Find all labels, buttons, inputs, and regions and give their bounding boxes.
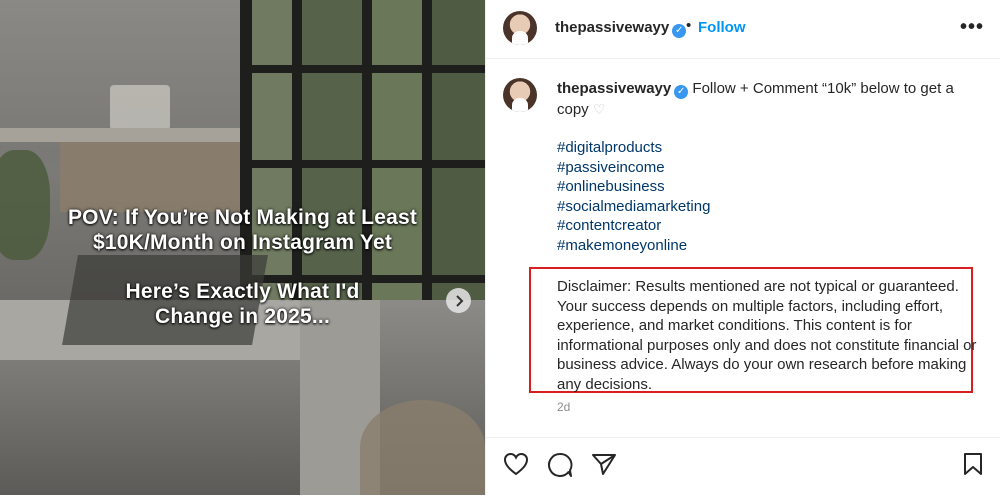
hashtag-link[interactable]: #digitalproducts bbox=[557, 138, 710, 158]
post-details-panel: thepassivewayy ✓ • Follow ••• thepassivew… bbox=[485, 0, 1000, 495]
next-slide-button[interactable] bbox=[446, 288, 471, 313]
post-media[interactable]: POV: If You’re Not Making at Least $10K/… bbox=[0, 0, 485, 495]
kitchen-shelf bbox=[0, 128, 245, 142]
heart-icon[interactable] bbox=[503, 452, 529, 476]
verified-badge-icon: ✓ bbox=[672, 24, 687, 38]
post-header: thepassivewayy ✓ • Follow ••• bbox=[486, 0, 1000, 59]
hashtag-list: #digitalproducts #passiveincome #onlineb… bbox=[557, 138, 710, 255]
hashtag-link[interactable]: #contentcreator bbox=[557, 216, 710, 236]
caption-username[interactable]: thepassivewayy bbox=[557, 80, 671, 97]
hashtag-link[interactable]: #makemoneyonline bbox=[557, 236, 710, 256]
share-icon[interactable] bbox=[591, 452, 617, 476]
overlay-subheadline: Here’s Exactly What I'd Change in 2025..… bbox=[125, 280, 360, 328]
verified-badge-icon: ✓ bbox=[674, 85, 689, 99]
header-username[interactable]: thepassivewayy bbox=[555, 19, 669, 36]
hashtag-link[interactable]: #onlinebusiness bbox=[557, 177, 710, 197]
hashtag-link[interactable]: #passiveincome bbox=[557, 158, 710, 178]
hashtag-link[interactable]: #socialmediamarketing bbox=[557, 197, 710, 217]
separator-dot: • bbox=[686, 17, 692, 34]
caption-text: thepassivewayy ✓ Follow + Comment “10k” b… bbox=[557, 79, 967, 120]
follow-button[interactable]: Follow bbox=[698, 19, 746, 36]
chevron-right-icon bbox=[455, 294, 463, 307]
kitchen-cabinet bbox=[60, 142, 240, 212]
caption-avatar[interactable] bbox=[503, 78, 537, 112]
avatar[interactable] bbox=[503, 11, 537, 45]
overlay-headline: POV: If You’re Not Making at Least $10K/… bbox=[67, 206, 418, 254]
header-username-row: thepassivewayy ✓ bbox=[555, 19, 687, 38]
coffee-machine bbox=[110, 85, 170, 130]
heart-emoji-icon: ♡ bbox=[592, 101, 606, 117]
more-options-icon[interactable]: ••• bbox=[960, 16, 984, 39]
comment-icon[interactable] bbox=[547, 452, 573, 478]
disclaimer-text: Disclaimer: Results mentioned are not ty… bbox=[557, 278, 977, 393]
post-timestamp[interactable]: 2d bbox=[557, 400, 570, 414]
chair bbox=[360, 400, 485, 495]
bookmark-icon[interactable] bbox=[962, 452, 984, 476]
action-bar bbox=[486, 437, 1000, 496]
